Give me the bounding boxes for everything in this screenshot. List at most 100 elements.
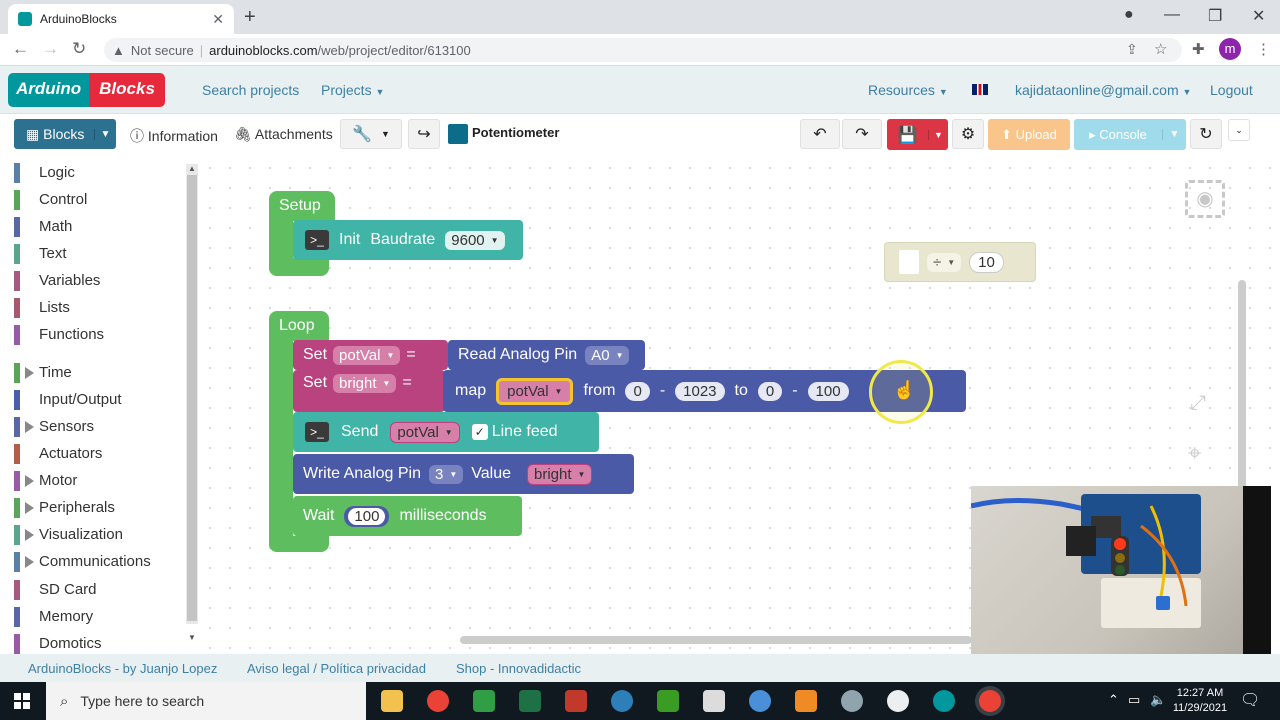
console-button[interactable]: ▸ Console ▼ (1074, 119, 1186, 150)
sidebar-scrollbar-thumb[interactable] (187, 175, 197, 621)
logout-link[interactable]: Logout (1210, 82, 1253, 98)
search-projects-link[interactable]: Search projects (202, 82, 299, 98)
expand-arrow-icon[interactable] (25, 474, 34, 487)
media-control-icon[interactable]: ● (1124, 6, 1134, 24)
sidebar-category-text[interactable]: Text (14, 240, 184, 267)
sidebar-category-time[interactable]: Time (14, 359, 184, 386)
share-project-button[interactable]: ↪ (408, 119, 440, 149)
caret-down-icon[interactable]: ▼ (1162, 129, 1186, 140)
credit-link[interactable]: ArduinoBlocks - by Juanjo Lopez (28, 661, 217, 676)
pwm-pin-dropdown[interactable]: 3 ▼ (429, 464, 464, 484)
sidebar-category-sensors[interactable]: Sensors (14, 413, 184, 440)
read-analog-block[interactable]: Read Analog Pin A0 ▼ (448, 340, 645, 370)
globe-app-icon[interactable] (749, 690, 771, 712)
sidebar-category-logic[interactable]: Logic (14, 159, 184, 186)
maximize-icon[interactable]: ❐ (1208, 6, 1222, 26)
sidebar-category-math[interactable]: Math (14, 213, 184, 240)
volume-icon[interactable]: 🔈 (1150, 692, 1166, 708)
scroll-up-icon[interactable]: ▲ (188, 164, 196, 173)
shop-link[interactable]: Shop - Innovadidactic (456, 661, 581, 676)
spreadsheet-app-icon[interactable] (657, 690, 679, 712)
projects-menu[interactable]: Projects ▼ (321, 82, 384, 98)
tools-button[interactable]: 🔧 ▼ (340, 119, 402, 149)
setup-block[interactable]: Setup (269, 191, 335, 221)
terminal-app-icon[interactable] (473, 690, 495, 712)
recenter-icon[interactable]: ⌖ (1188, 440, 1202, 468)
baudrate-dropdown[interactable]: 9600 ▼ (445, 230, 505, 250)
analog-pin-dropdown[interactable]: A0 ▼ (585, 345, 630, 365)
variable-dropdown[interactable]: potVal ▼ (333, 345, 401, 365)
address-bar[interactable]: ▲ Not secure | arduinoblocks.com /web/pr… (104, 38, 1182, 62)
workspace-vertical-scrollbar[interactable] (1238, 280, 1246, 490)
chrome-icon[interactable] (427, 690, 449, 712)
loop-block-body[interactable] (269, 340, 293, 552)
operator-dropdown[interactable]: ÷ ▼ (927, 252, 962, 272)
sidebar-category-motor[interactable]: Motor (14, 467, 184, 494)
excel-icon[interactable] (519, 690, 541, 712)
write-value-variable[interactable]: bright ▼ (527, 463, 593, 485)
save-button[interactable]: 💾 ▼ (887, 119, 948, 150)
line-feed-toggle[interactable]: ✓ Line feed (471, 423, 558, 441)
screenshot-camera-icon[interactable]: ◉ (1185, 180, 1225, 218)
collapse-button[interactable]: ⌄ (1228, 119, 1250, 141)
send-variable[interactable]: potVal ▼ (390, 421, 460, 443)
sidebar-category-peripherals[interactable]: Peripherals (14, 494, 184, 521)
expand-arrow-icon[interactable] (25, 528, 34, 541)
variable-dropdown[interactable]: bright ▼ (333, 374, 397, 393)
write-analog-block[interactable]: Write Analog Pin 3 ▼ Value bright ▼ (293, 454, 634, 494)
loop-block-bottom[interactable] (269, 536, 329, 552)
empty-input-slot[interactable] (899, 250, 919, 274)
close-window-icon[interactable]: ✕ (1252, 6, 1265, 26)
back-icon[interactable]: ← (12, 39, 29, 59)
caret-down-icon[interactable]: ▼ (928, 129, 948, 140)
sidebar-category-control[interactable]: Control (14, 186, 184, 213)
browser-tab[interactable]: ArduinoBlocks ✕ (8, 4, 234, 34)
expand-arrow-icon[interactable] (25, 501, 34, 514)
resources-menu[interactable]: Resources ▼ (868, 82, 948, 98)
taskbar-search[interactable]: ⌕ Type here to search (46, 682, 366, 720)
reload-icon[interactable]: ↻ (72, 39, 86, 59)
vlc-icon[interactable] (795, 690, 817, 712)
search-app-icon[interactable] (611, 690, 633, 712)
obs-icon[interactable] (841, 690, 863, 712)
to-high-field[interactable]: 100 (807, 381, 849, 401)
calculator-icon[interactable] (703, 690, 725, 712)
notifications-icon[interactable]: 🗨 (1240, 690, 1260, 710)
divisor-field[interactable]: 10 (969, 251, 1004, 273)
taskbar-clock[interactable]: 12:27 AM 11/29/2021 (1172, 686, 1228, 716)
new-tab-button[interactable]: + (244, 6, 256, 29)
record-app-icon[interactable] (887, 690, 909, 712)
from-high-field[interactable]: 1023 (675, 381, 725, 401)
app-icon[interactable] (565, 690, 587, 712)
sidebar-category-functions[interactable]: Functions (14, 321, 184, 348)
sidebar-category-communications[interactable]: Communications (14, 548, 184, 575)
settings-button[interactable]: ⚙ (952, 119, 984, 149)
sidebar-category-lists[interactable]: Lists (14, 294, 184, 321)
divide-block-disabled[interactable]: ÷ ▼ 10 (884, 242, 1036, 282)
refresh-button[interactable]: ↻ (1190, 119, 1222, 149)
loop-block[interactable]: Loop (269, 311, 329, 341)
fullscreen-icon[interactable]: ⤢ (1190, 392, 1206, 415)
minimize-icon[interactable]: — (1164, 6, 1180, 24)
forward-icon[interactable]: → (42, 39, 59, 59)
legal-link[interactable]: Aviso legal / Política privacidad (247, 661, 426, 676)
expand-arrow-icon[interactable] (25, 420, 34, 433)
attachments-button[interactable]: 🖇 Attachments (234, 126, 333, 143)
uk-flag-icon[interactable] (972, 84, 988, 95)
sidebar-category-domotics[interactable]: Domotics (14, 630, 184, 657)
wait-block[interactable]: Wait 100 milliseconds (293, 496, 522, 536)
workspace-horizontal-scrollbar[interactable] (460, 636, 972, 644)
sidebar-category-sd-card[interactable]: SD Card (14, 576, 184, 603)
upload-button[interactable]: ⬆ Upload (988, 119, 1070, 150)
set-potval-block[interactable]: Set potVal ▼ = (293, 340, 448, 370)
tray-chevron-icon[interactable]: ⌃ (1108, 692, 1119, 708)
map-input-variable[interactable]: potVal ▼ (496, 377, 574, 405)
extensions-icon[interactable]: ✚ (1192, 40, 1205, 58)
to-low-field[interactable]: 0 (757, 381, 783, 401)
wait-value-field[interactable]: 100 (348, 507, 386, 525)
undo-button[interactable]: ↶ (800, 119, 840, 149)
information-button[interactable]: ⓘ Information (130, 126, 218, 146)
menu-dots-icon[interactable]: ⋮ (1256, 40, 1271, 58)
expand-arrow-icon[interactable] (25, 366, 34, 379)
arduinoblocks-logo[interactable]: Arduino Blocks (8, 73, 165, 107)
